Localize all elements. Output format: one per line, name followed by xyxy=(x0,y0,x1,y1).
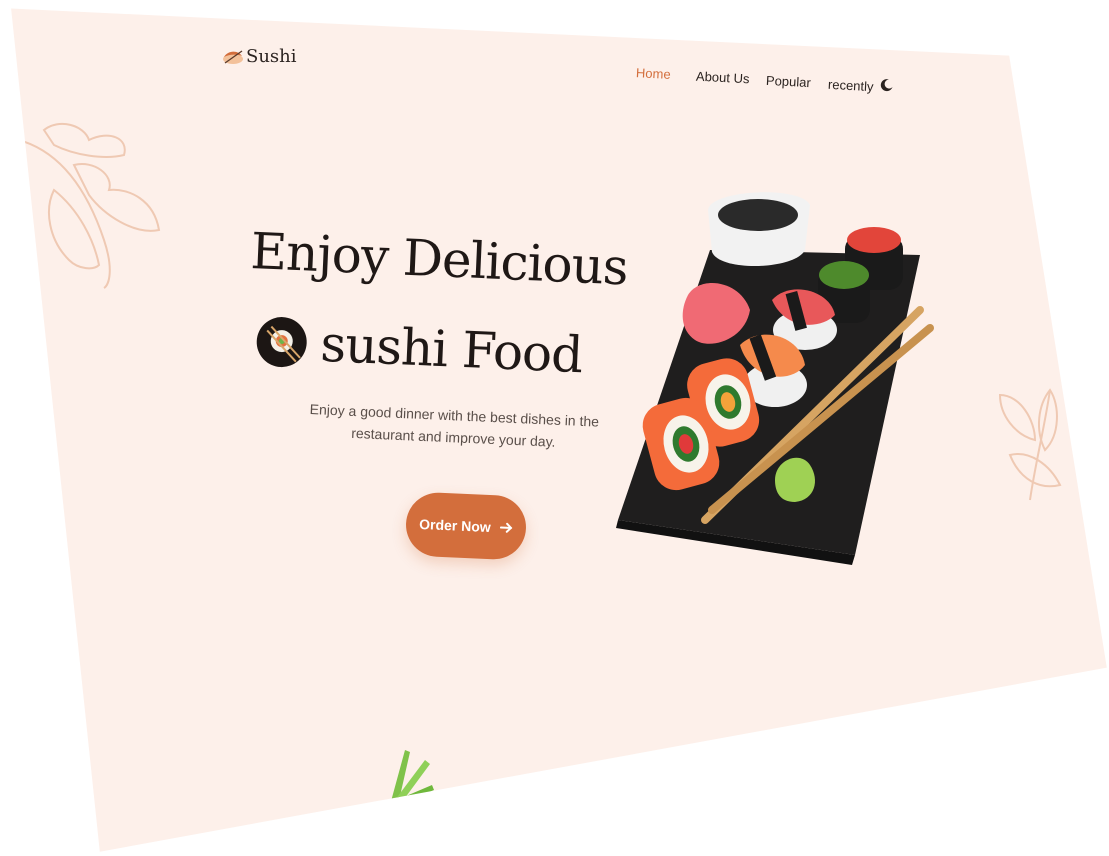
order-now-label: Order Now xyxy=(418,515,492,536)
nav-item-recently[interactable]: recently xyxy=(828,77,874,94)
brand-name: Sushi xyxy=(246,46,297,67)
moon-icon[interactable] xyxy=(880,78,894,92)
sushi-logo-icon xyxy=(223,49,243,64)
landing-page: Sushi Home About Us Popular recently Enj… xyxy=(11,8,1107,852)
nav-item-about-us[interactable]: About Us xyxy=(696,69,750,87)
sushi-board-image xyxy=(616,192,934,565)
order-now-button[interactable]: Order Now xyxy=(404,491,528,561)
nav-item-popular[interactable]: Popular xyxy=(766,73,812,90)
leaf-decoration-icon xyxy=(998,388,1062,501)
green-leaf-icon xyxy=(390,750,434,806)
hero-title-line-1: Enjoy Delicious xyxy=(249,222,629,297)
hero-title-text: sushi Food xyxy=(319,314,584,385)
brand-logo[interactable]: Sushi xyxy=(222,46,297,67)
sushi-roll-icon xyxy=(255,315,308,369)
leaf-decoration-icon xyxy=(18,122,161,289)
hero-title-line-2: sushi Food xyxy=(255,312,583,384)
arrow-right-icon xyxy=(499,522,513,533)
hero-description: Enjoy a good dinner with the best dishes… xyxy=(309,401,600,450)
nav-item-home[interactable]: Home xyxy=(636,65,671,82)
